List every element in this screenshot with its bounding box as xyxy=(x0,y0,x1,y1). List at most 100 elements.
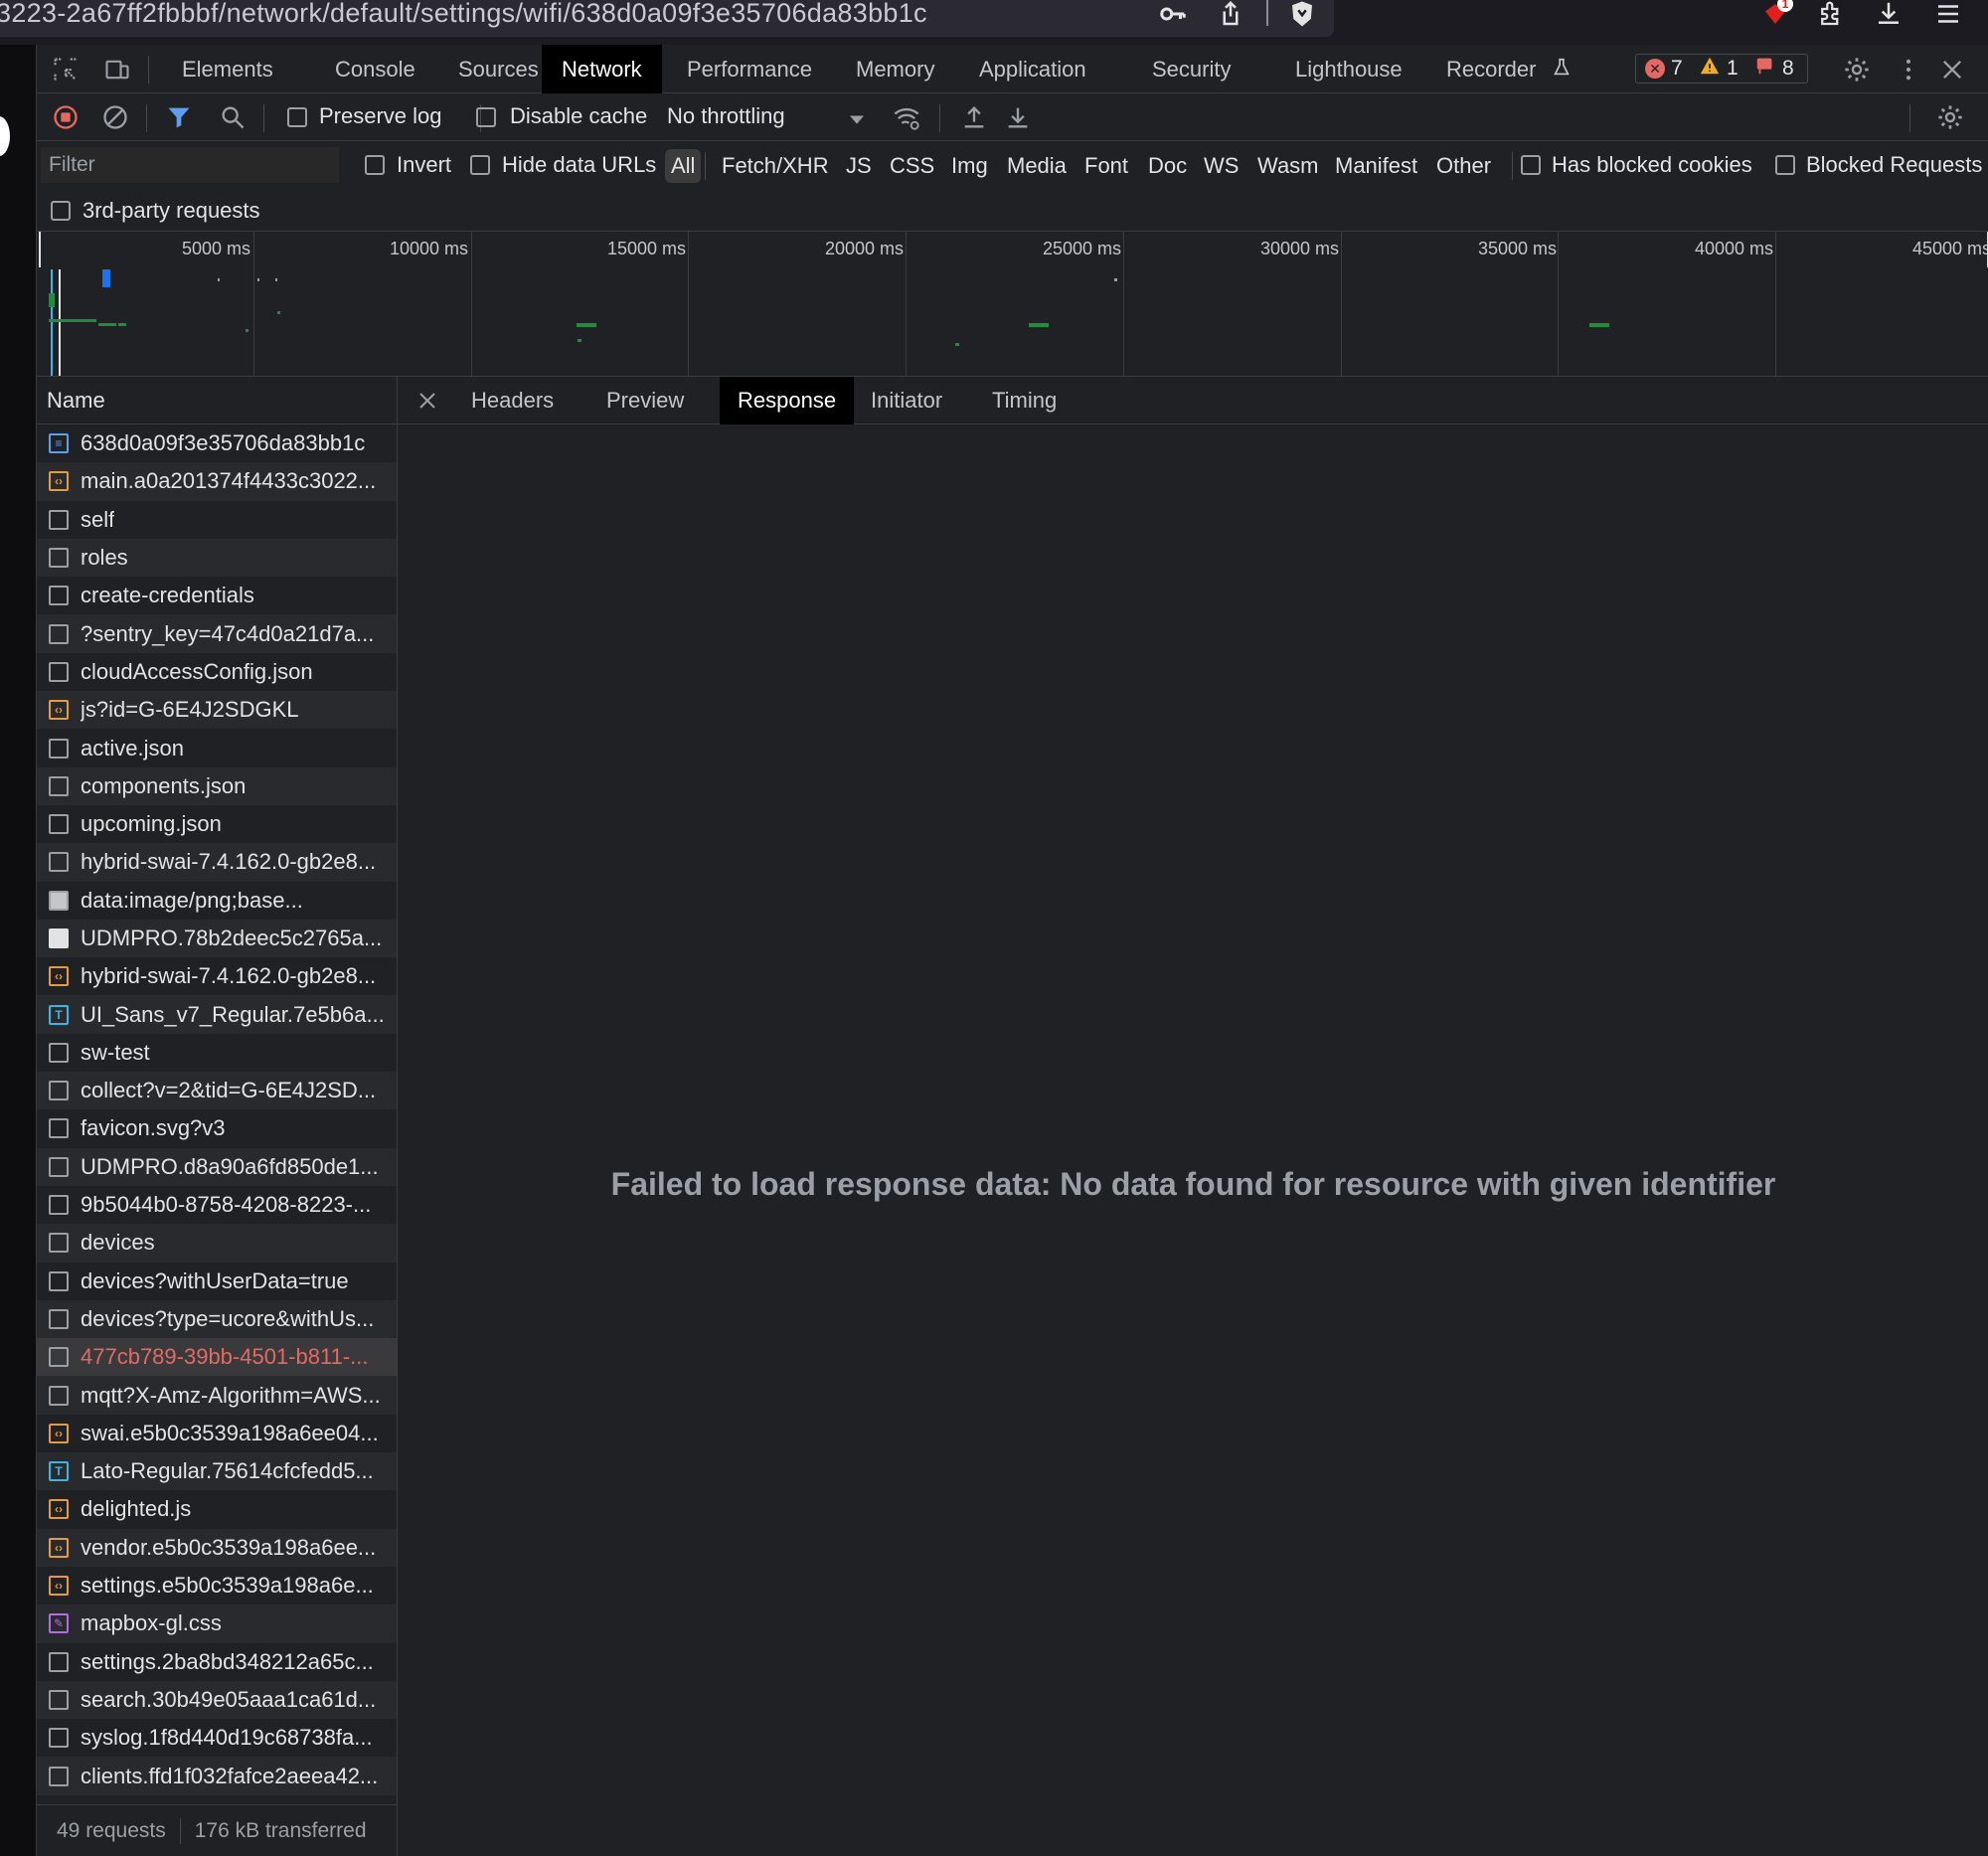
request-row[interactable]: T UI_Sans_v7_Regular.7e5b6a... xyxy=(37,995,397,1034)
request-row[interactable]: clients.ffd1f032fafce2aeea42... xyxy=(37,1757,397,1795)
preserve-log-checkbox[interactable] xyxy=(287,107,307,127)
invert-checkbox[interactable] xyxy=(365,155,385,175)
request-row[interactable]: devices?withUserData=true xyxy=(37,1263,397,1300)
network-conditions-icon[interactable] xyxy=(890,100,923,134)
has-blocked-cookies-label[interactable]: Has blocked cookies xyxy=(1552,152,1752,178)
extensions-icon[interactable] xyxy=(1811,0,1851,28)
brave-shield-icon[interactable] xyxy=(1282,0,1322,28)
import-har-icon[interactable] xyxy=(957,100,991,134)
url-bar[interactable]: 3223-2a67ff2fbbbf/network/default/settin… xyxy=(0,0,1334,37)
rewards-icon[interactable]: 1 xyxy=(1755,0,1795,28)
dropdown-arrow-icon[interactable] xyxy=(840,102,874,136)
filter-type-manifest[interactable]: Manifest xyxy=(1329,149,1423,183)
detail-tab-headers[interactable]: Headers xyxy=(453,377,572,424)
request-row[interactable]: devices?type=ucore&withUs... xyxy=(37,1299,397,1339)
detail-tab-initiator[interactable]: Initiator xyxy=(853,377,960,424)
preserve-log-label[interactable]: Preserve log xyxy=(319,103,442,129)
request-row[interactable]: upcoming.json xyxy=(37,805,397,843)
url-text[interactable]: 3223-2a67ff2fbbbf/network/default/settin… xyxy=(0,0,927,29)
filter-type-ws[interactable]: WS xyxy=(1198,149,1244,183)
close-details-icon[interactable] xyxy=(414,387,441,415)
export-har-icon[interactable] xyxy=(1001,100,1035,134)
detail-tab-response[interactable]: Response xyxy=(720,377,855,424)
request-row[interactable]: syslog.1f8d440d19c68738fa... xyxy=(37,1719,397,1757)
request-row[interactable]: favicon.svg?v3 xyxy=(37,1109,397,1147)
request-row[interactable]: ‹› swai.e5b0c3539a198a6ee04... xyxy=(37,1415,397,1452)
tab-elements[interactable]: Elements xyxy=(162,45,293,93)
search-icon[interactable] xyxy=(216,100,249,134)
record-stop-icon[interactable] xyxy=(49,100,83,134)
filter-type-all[interactable]: All xyxy=(665,149,702,183)
request-row[interactable]: active.json xyxy=(37,729,397,766)
filter-icon[interactable] xyxy=(162,100,196,134)
network-settings-gear-icon[interactable] xyxy=(1933,100,1967,134)
request-row[interactable]: roles xyxy=(37,538,397,578)
error-counter[interactable]: ✕ 7 xyxy=(1645,54,1683,84)
share-icon[interactable] xyxy=(1211,0,1250,28)
inspect-element-icon[interactable] xyxy=(49,53,83,86)
invert-label[interactable]: Invert xyxy=(397,152,451,178)
tab-console[interactable]: Console xyxy=(315,45,435,93)
disable-cache-label[interactable]: Disable cache xyxy=(510,103,647,129)
blocked-requests-checkbox[interactable] xyxy=(1775,155,1795,175)
request-row[interactable]: sw-test xyxy=(37,1034,397,1072)
close-devtools-icon[interactable] xyxy=(1935,53,1969,86)
download-icon[interactable] xyxy=(1869,0,1908,28)
tab-sources[interactable]: Sources xyxy=(438,45,559,93)
issues-count-badge[interactable]: 8 xyxy=(1754,54,1794,84)
request-row[interactable]: ✎ mapbox-gl.css xyxy=(37,1604,397,1643)
network-overview-timeline[interactable]: 5000 ms 10000 ms 15000 ms 20000 ms 25000… xyxy=(37,232,1988,377)
blocked-requests-label[interactable]: Blocked Requests xyxy=(1806,152,1982,178)
request-row[interactable]: 9b5044b0-8758-4208-8223-... xyxy=(37,1186,397,1224)
request-row[interactable]: search.30b49e05aaa1ca61d... xyxy=(37,1680,397,1720)
hide-data-urls-checkbox[interactable] xyxy=(470,155,490,175)
tab-memory[interactable]: Memory xyxy=(836,45,954,93)
request-row[interactable]: settings.2ba8bd348212a65c... xyxy=(37,1643,397,1681)
name-column-header[interactable]: Name xyxy=(37,377,397,424)
request-row[interactable]: collect?v=2&tid=G-6E4J2SD... xyxy=(37,1072,397,1110)
filter-type-js[interactable]: JS xyxy=(840,149,878,183)
tab-application[interactable]: Application xyxy=(959,45,1106,93)
third-party-checkbox[interactable] xyxy=(51,201,71,221)
disable-cache-checkbox[interactable] xyxy=(476,107,496,127)
request-row[interactable]: T Lato-Regular.75614cfcfedd5... xyxy=(37,1452,397,1491)
tab-performance[interactable]: Performance xyxy=(667,45,832,93)
filter-type-fetch-xhr[interactable]: Fetch/XHR xyxy=(716,149,835,183)
warning-counter[interactable]: 1 xyxy=(1699,54,1739,84)
filter-type-other[interactable]: Other xyxy=(1430,149,1497,183)
throttling-select[interactable]: No throttling xyxy=(667,103,785,129)
request-row[interactable]: ‹› hybrid-swai-7.4.162.0-gb2e8... xyxy=(37,957,397,995)
request-row[interactable]: ?sentry_key=47c4d0a21d7a... xyxy=(37,614,397,653)
request-row[interactable]: ‹› settings.e5b0c3539a198a6e... xyxy=(37,1567,397,1604)
request-row[interactable]: UDMPRO.d8a90a6fd850de1... xyxy=(37,1147,397,1186)
filter-type-img[interactable]: Img xyxy=(945,149,994,183)
third-party-label[interactable]: 3rd-party requests xyxy=(83,198,260,224)
request-row[interactable]: ‹› delighted.js xyxy=(37,1490,397,1528)
request-row[interactable]: ‹› vendor.e5b0c3539a198a6ee... xyxy=(37,1528,397,1567)
request-row[interactable]: ‹› js?id=G-6E4J2SDGKL xyxy=(37,691,397,730)
request-row[interactable]: ‹› main.a0a201374f4433c3022... xyxy=(37,462,397,501)
tab-lighthouse[interactable]: Lighthouse xyxy=(1275,45,1422,93)
request-row[interactable]: create-credentials xyxy=(37,577,397,614)
request-row[interactable]: data:image/png;base... xyxy=(37,882,397,920)
settings-gear-icon[interactable] xyxy=(1840,53,1874,86)
filter-type-doc[interactable]: Doc xyxy=(1142,149,1193,183)
request-row[interactable]: components.json xyxy=(37,766,397,805)
request-row[interactable]: ≡ 638d0a09f3e35706da83bb1c xyxy=(37,424,397,462)
filter-type-wasm[interactable]: Wasm xyxy=(1251,149,1325,183)
key-icon[interactable] xyxy=(1153,0,1193,28)
hide-data-urls-label[interactable]: Hide data URLs xyxy=(502,152,656,178)
detail-tab-timing[interactable]: Timing xyxy=(974,377,1075,424)
request-row[interactable]: hybrid-swai-7.4.162.0-gb2e8... xyxy=(37,843,397,882)
request-row[interactable]: cloudAccessConfig.json xyxy=(37,653,397,691)
request-row[interactable]: devices xyxy=(37,1224,397,1263)
tab-network[interactable]: Network xyxy=(542,45,662,93)
tab-recorder[interactable]: Recorder xyxy=(1426,45,1592,93)
filter-input[interactable] xyxy=(41,147,339,183)
request-row[interactable]: UDMPRO.78b2deec5c2765a... xyxy=(37,919,397,958)
tab-security[interactable]: Security xyxy=(1132,45,1250,93)
clear-icon[interactable] xyxy=(98,100,132,134)
has-blocked-cookies-checkbox[interactable] xyxy=(1521,155,1541,175)
menu-icon[interactable] xyxy=(1928,0,1968,28)
filter-type-css[interactable]: CSS xyxy=(884,149,940,183)
